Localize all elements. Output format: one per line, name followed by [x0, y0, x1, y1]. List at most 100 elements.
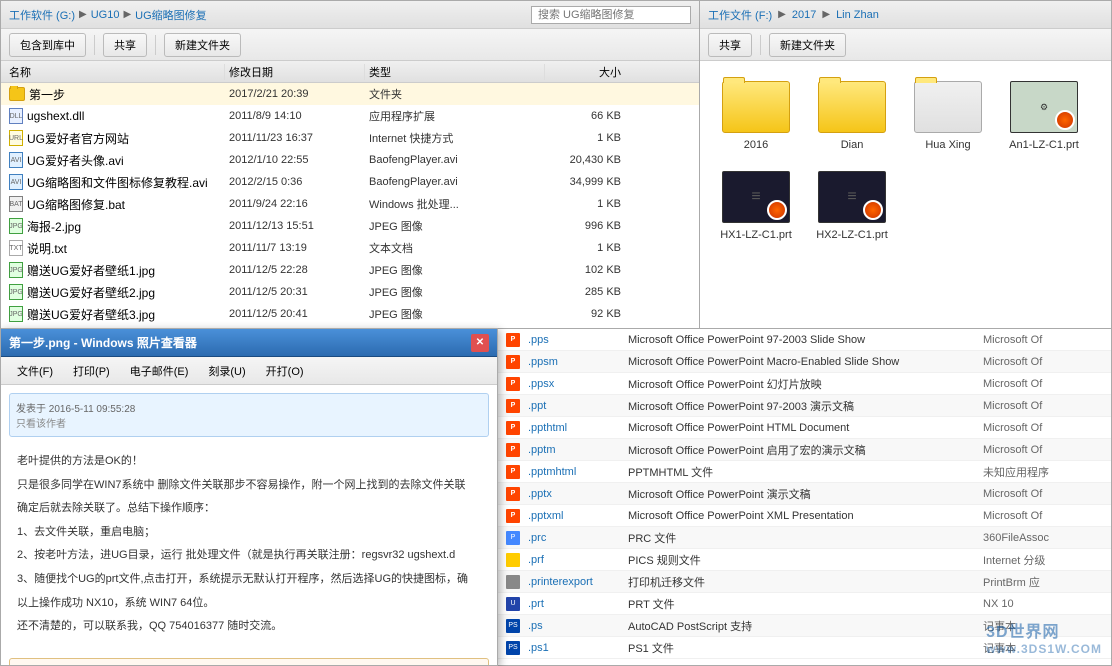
col-header-date[interactable]: 修改日期 [225, 64, 365, 80]
path-ug10[interactable]: UG10 [91, 9, 120, 21]
folder-label: 2016 [744, 139, 768, 151]
file-row[interactable]: DLLugshext.dll 2011/8/9 14:10 应用程序扩展 66 … [1, 105, 699, 127]
photo-toolbar-item[interactable]: 打印(P) [65, 361, 118, 381]
ft-application: Microsoft Of [983, 334, 1103, 346]
file-type-row[interactable]: P .pptx Microsoft Office PowerPoint 演示文稿… [498, 483, 1111, 505]
ft-icon: P [506, 443, 524, 457]
file-row[interactable]: JPG海报-2.jpg 2011/12/13 15:51 JPEG 图像 996… [1, 215, 699, 237]
col-header-size[interactable]: 大小 [545, 64, 625, 80]
post-line: 只是很多同学在WIN7系统中 删除文件关联那步不容易操作，附一个网上找到的去除文… [17, 477, 481, 495]
attachment[interactable]: ZIP RemoveAssociate.zip 37.96 KB，下载次数: 1… [9, 658, 489, 665]
photo-toolbar-item[interactable]: 刻录(U) [200, 361, 253, 381]
close-button[interactable]: ✕ [471, 334, 489, 352]
folder-item[interactable]: ⚙ An1-LZ-C1.prt [1004, 77, 1084, 151]
new-folder-button[interactable]: 新建文件夹 [164, 33, 241, 57]
ppt-icon: P [506, 355, 520, 369]
path-linzhan[interactable]: Lin Zhan [836, 9, 879, 21]
file-size: 285 KB [545, 286, 625, 298]
dll-file-icon: DLL [9, 108, 23, 124]
path-workfile[interactable]: 工作文件 (F:) [708, 7, 772, 23]
photo-viewer-titlebar: 第一步.png - Windows 照片查看器 ✕ [1, 329, 497, 357]
file-type-row[interactable]: P .ppt Microsoft Office PowerPoint 97-20… [498, 395, 1111, 417]
share-button[interactable]: 共享 [103, 33, 147, 57]
photo-toolbar-item[interactable]: 文件(F) [9, 361, 61, 381]
watermark: 3D世界网 www.3DS1W.COM [986, 618, 1102, 656]
toolbar-separator [94, 35, 95, 55]
right-new-folder-button[interactable]: 新建文件夹 [769, 33, 846, 57]
file-row[interactable]: BATUG缩略图修复.bat 2011/9/24 22:16 Windows 批… [1, 193, 699, 215]
ft-extension: .pptm [528, 444, 628, 456]
photo-toolbar-item[interactable]: 开打(O) [258, 361, 312, 381]
file-row[interactable]: JPG赠送UG爱好者壁纸1.jpg 2011/12/5 22:28 JPEG 图… [1, 259, 699, 281]
file-type-row[interactable]: P .pptm Microsoft Office PowerPoint 启用了宏… [498, 439, 1111, 461]
ppt-icon: P [506, 465, 520, 479]
ft-extension: .ppsx [528, 378, 628, 390]
file-type-row[interactable]: U .prt PRT 文件 NX 10 [498, 593, 1111, 615]
folder-thumbnail: ≡ [720, 167, 792, 227]
folder-label: HX1-LZ-C1.prt [720, 229, 792, 241]
ft-extension: .prt [528, 598, 628, 610]
photo-toolbar-item[interactable]: 电子邮件(E) [122, 361, 197, 381]
post-line: 2、按老叶方法，进UG目录，运行 批处理文件（就是执行再关联注册：regsvr3… [17, 547, 481, 565]
key-icon [506, 553, 520, 567]
ft-icon: P [506, 531, 524, 545]
folder-item[interactable]: ≡ HX1-LZ-C1.prt [716, 167, 796, 241]
file-row[interactable]: TXT说明.txt 2011/11/7 13:19 文本文档 1 KB [1, 237, 699, 259]
ft-application: Microsoft Of [983, 510, 1103, 522]
file-row[interactable]: JPG赠送UG爱好者壁纸2.jpg 2011/12/5 20:31 JPEG 图… [1, 281, 699, 303]
path-workdir[interactable]: 工作软件 (G:) [9, 7, 75, 23]
file-row[interactable]: AVIUG缩略图和文件图标修复教程.avi 2012/2/15 0:36 Bao… [1, 171, 699, 193]
folder-item[interactable]: Dian [812, 77, 892, 151]
ft-description: Microsoft Office PowerPoint Macro-Enable… [628, 356, 983, 368]
folder-item[interactable]: 2016 [716, 77, 796, 151]
file-row[interactable]: AVIUG爱好者头像.avi 2012/1/10 22:55 BaofengPl… [1, 149, 699, 171]
file-type-row[interactable]: P .pptxml Microsoft Office PowerPoint XM… [498, 505, 1111, 527]
path-current[interactable]: UG缩略图修复 [135, 7, 207, 23]
ft-description: Microsoft Office PowerPoint HTML Documen… [628, 422, 983, 434]
file-type: Windows 批处理... [365, 196, 545, 212]
file-size: 1 KB [545, 198, 625, 210]
path-2017[interactable]: 2017 [792, 9, 816, 21]
bat-file-icon: BAT [9, 196, 23, 212]
file-type-row[interactable]: P .ppthtml Microsoft Office PowerPoint H… [498, 417, 1111, 439]
file-date: 2017/2/21 20:39 [225, 88, 365, 100]
ft-icon: PS [506, 619, 524, 633]
post-author: 只看该作者 [16, 415, 482, 430]
file-type-row[interactable]: .prf PICS 规则文件 Internet 分级 [498, 549, 1111, 571]
include-library-button[interactable]: 包含到库中 [9, 33, 86, 57]
explorer-top-titlebar: 工作软件 (G:) ▶ UG10 ▶ UG缩略图修复 [1, 1, 699, 29]
file-type: BaofengPlayer.avi [365, 176, 545, 188]
file-type: JPEG 图像 [365, 284, 545, 300]
folder-item[interactable]: Hua Xing [908, 77, 988, 151]
search-input[interactable] [531, 6, 691, 24]
ft-application: Microsoft Of [983, 378, 1103, 390]
file-date: 2011/11/7 13:19 [225, 242, 365, 254]
file-size: 1 KB [545, 132, 625, 144]
file-row[interactable]: JPG赠送UG爱好者壁纸3.jpg 2011/12/5 20:41 JPEG 图… [1, 303, 699, 325]
folder-label: Hua Xing [925, 139, 970, 151]
file-type-row[interactable]: P .pptmhtml PPTMHTML 文件 未知应用程序 [498, 461, 1111, 483]
file-date: 2011/11/23 16:37 [225, 132, 365, 144]
file-type-row[interactable]: .printerexport 打印机迁移文件 PrintBrm 应 [498, 571, 1111, 593]
file-row[interactable]: URLUG爱好者官方网站 2011/11/23 16:37 Internet 快… [1, 127, 699, 149]
folder-thumb-yellow [722, 81, 790, 133]
ft-description: Microsoft Office PowerPoint 演示文稿 [628, 486, 983, 502]
file-type-row[interactable]: P .pps Microsoft Office PowerPoint 97-20… [498, 329, 1111, 351]
ft-extension: .ppthtml [528, 422, 628, 434]
ppt-icon: P [506, 487, 520, 501]
col-header-type[interactable]: 类型 [365, 64, 545, 80]
file-type-row[interactable]: P .ppsm Microsoft Office PowerPoint Macr… [498, 351, 1111, 373]
right-share-button[interactable]: 共享 [708, 33, 752, 57]
folder-grid: 2016 Dian Hua Xing ⚙ An1-LZ-C1.prt ≡ HX1… [700, 61, 1111, 257]
file-name: BATUG缩略图修复.bat [5, 196, 225, 213]
file-type-row[interactable]: P .prc PRC 文件 360FileAssoc [498, 527, 1111, 549]
folder-item[interactable]: ≡ HX2-LZ-C1.prt [812, 167, 892, 241]
ft-description: Microsoft Office PowerPoint 启用了宏的演示文稿 [628, 442, 983, 458]
col-header-name[interactable]: 名称 [5, 64, 225, 80]
folder-thumbnail [912, 77, 984, 137]
file-row[interactable]: 第一步 2017/2/21 20:39 文件夹 [1, 83, 699, 105]
file-size: 34,999 KB [545, 176, 625, 188]
explorer-toolbar: 包含到库中 共享 新建文件夹 [1, 29, 699, 61]
file-name: AVIUG爱好者头像.avi [5, 152, 225, 169]
file-type-row[interactable]: P .ppsx Microsoft Office PowerPoint 幻灯片放… [498, 373, 1111, 395]
